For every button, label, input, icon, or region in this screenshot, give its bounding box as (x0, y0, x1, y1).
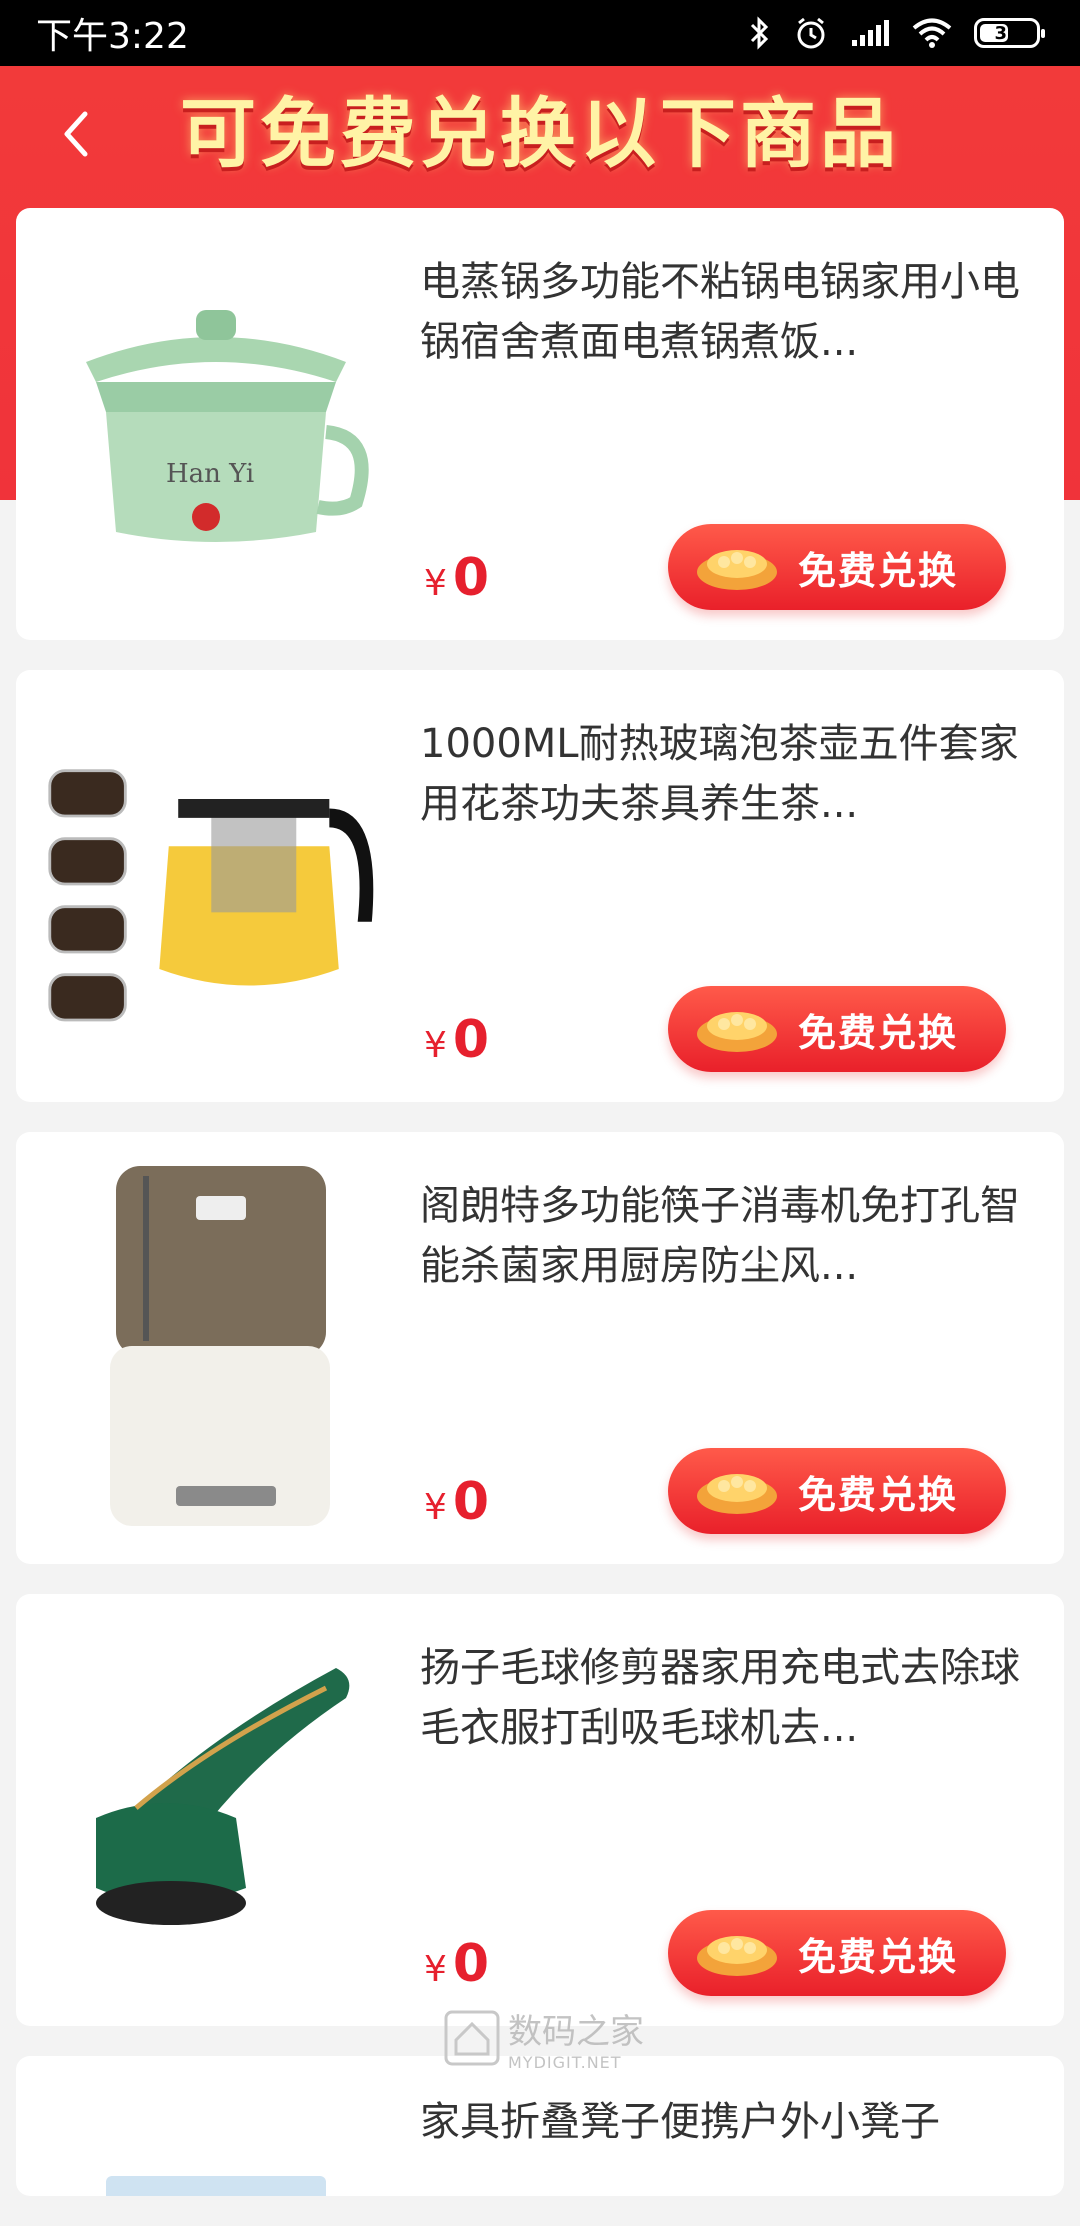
product-image (46, 1628, 386, 1988)
signal-icon (852, 20, 889, 46)
product-image (46, 704, 386, 1064)
gold-ingot-icon (697, 1936, 777, 1976)
product-name: 电蒸锅多功能不粘锅电锅家用小电锅宿舍煮面电煮锅煮饭... (420, 259, 1020, 365)
product-price: ¥ 0 (424, 1472, 489, 1532)
status-icons: 32 (748, 16, 1045, 50)
price-value: 0 (452, 548, 490, 608)
electric-pot-icon: Han Yi (86, 310, 369, 542)
product-price: ¥ 0 (424, 1934, 489, 1994)
product-card[interactable]: 1000ML耐热玻璃泡茶壶五件套家用花茶功夫茶具养生茶... ¥ 0 免费兑换 (16, 670, 1064, 1102)
wifi-icon (912, 18, 952, 48)
house-logo-icon (444, 2010, 500, 2066)
price-value: 0 (452, 1934, 490, 1994)
product-card[interactable]: 扬子毛球修剪器家用充电式去除球毛衣服打刮吸毛球机去... ¥ 0 免费兑换 (16, 1594, 1064, 2026)
gold-ingot-icon (697, 550, 777, 590)
watermark: 数码之家 MYDIGIT.NET (444, 2004, 644, 2072)
back-button[interactable] (46, 104, 106, 164)
price-currency: ¥ (424, 1487, 447, 1528)
product-price: ¥ 0 (424, 548, 489, 608)
product-card[interactable]: 阁朗特多功能筷子消毒机免打孔智能杀菌家用厨房防尘风... ¥ 0 免费兑换 (16, 1132, 1064, 1564)
price-currency: ¥ (424, 563, 447, 604)
battery-level: 32 (994, 22, 1020, 44)
product-name: 家具折叠凳子便携户外小凳子 (420, 2099, 940, 2145)
free-exchange-label: 免费兑换 (798, 548, 959, 593)
price-value: 0 (452, 1010, 490, 1070)
page-title: 可免费兑换以下商品 (180, 89, 900, 178)
free-exchange-button[interactable]: 免费兑换 (668, 524, 1006, 610)
bluetooth-icon (750, 16, 769, 50)
status-time: 下午3:22 (36, 16, 189, 57)
free-exchange-button[interactable]: 免费兑换 (668, 986, 1006, 1072)
stool-icon (106, 2176, 326, 2196)
product-image: Han Yi (46, 242, 386, 602)
teapot-set-icon (48, 769, 374, 1022)
price-value: 0 (452, 1472, 490, 1532)
product-name: 阁朗特多功能筷子消毒机免打孔智能杀菌家用厨房防尘风... (420, 1183, 1020, 1289)
gold-ingot-icon (697, 1012, 777, 1052)
product-image (46, 1166, 386, 1526)
battery-indicator: 32 (974, 18, 1045, 48)
price-currency: ¥ (424, 1025, 447, 1066)
watermark-text: 数码之家 (508, 2012, 644, 2052)
free-exchange-label: 免费兑换 (798, 1934, 959, 1979)
svg-text:Han Yi: Han Yi (166, 459, 254, 489)
sterilizer-icon (110, 1166, 330, 1526)
status-bar: 下午3:22 32 (0, 0, 1080, 66)
alarm-icon (797, 17, 825, 49)
free-exchange-button[interactable]: 免费兑换 (668, 1448, 1006, 1534)
chevron-left-icon (64, 111, 88, 157)
page-header: 可免费兑换以下商品 (0, 66, 1080, 208)
gold-ingot-icon (697, 1474, 777, 1514)
product-image (46, 2116, 386, 2196)
product-list: Han Yi 电蒸锅多功能不粘锅电锅家用小电锅宿舍煮面电煮锅煮饭... ¥ 0 … (16, 208, 1064, 2226)
product-name: 扬子毛球修剪器家用充电式去除球毛衣服打刮吸毛球机去... (420, 1645, 1020, 1751)
watermark-sub: MYDIGIT.NET (508, 2053, 622, 2072)
product-name: 1000ML耐热玻璃泡茶壶五件套家用花茶功夫茶具养生茶... (420, 721, 1019, 827)
price-currency: ¥ (424, 1949, 447, 1990)
product-card[interactable]: 家具折叠凳子便携户外小凳子 (16, 2056, 1064, 2196)
product-card[interactable]: Han Yi 电蒸锅多功能不粘锅电锅家用小电锅宿舍煮面电煮锅煮饭... ¥ 0 … (16, 208, 1064, 640)
free-exchange-label: 免费兑换 (798, 1010, 959, 1055)
lint-remover-icon (96, 1668, 350, 1925)
product-price: ¥ 0 (424, 1010, 489, 1070)
free-exchange-label: 免费兑换 (798, 1472, 959, 1517)
free-exchange-button[interactable]: 免费兑换 (668, 1910, 1006, 1996)
